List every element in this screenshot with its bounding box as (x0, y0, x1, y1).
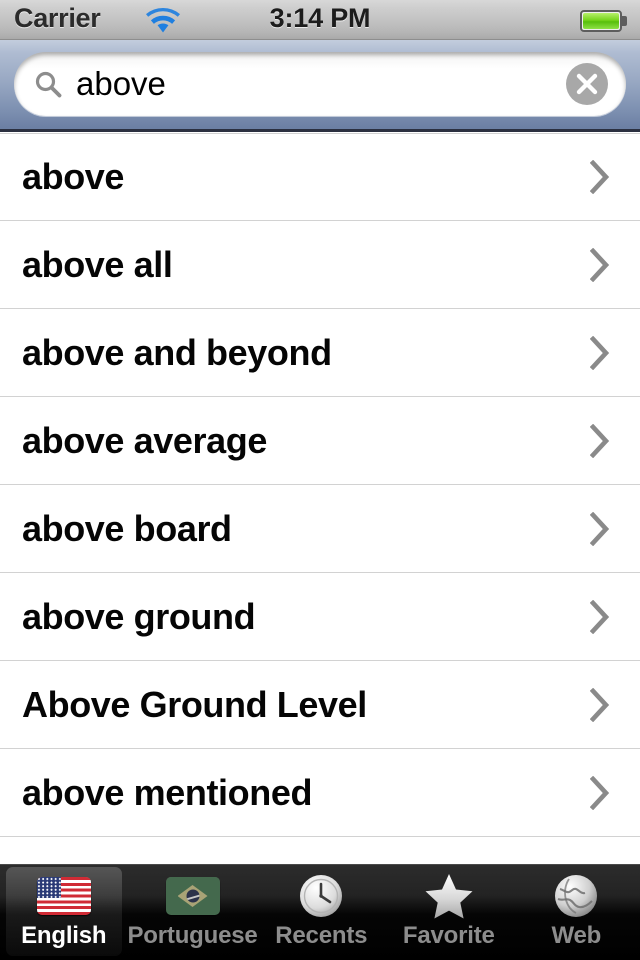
tab-bar[interactable]: English Portuguese Recents Favorite Web (0, 864, 640, 960)
us-flag-icon (36, 877, 91, 915)
chevron-right-icon (590, 775, 610, 810)
tab-icon-wrap (165, 871, 221, 921)
tab-label: Web (551, 922, 602, 949)
result-label: above ground (22, 595, 256, 637)
search-field[interactable] (14, 52, 626, 116)
app-screen: Carrier 3:14 PM above above above all ab… (0, 0, 640, 960)
table-row[interactable]: above (0, 133, 640, 221)
table-row[interactable]: above mentioned (0, 749, 640, 837)
result-label: above and beyond (22, 331, 332, 373)
result-label: above average (22, 419, 267, 461)
search-results-list[interactable]: above above all above and beyond above aver… (0, 133, 640, 865)
chevron-right-icon (590, 335, 610, 370)
status-bar: Carrier 3:14 PM (0, 0, 640, 40)
search-clear-button[interactable] (566, 63, 608, 105)
brazil-flag-icon (165, 877, 220, 915)
tab-label: Favorite (402, 922, 495, 949)
battery-fill (583, 13, 619, 29)
table-row[interactable]: above board (0, 485, 640, 573)
tab-icon-wrap (36, 871, 92, 921)
tab-icon-wrap (548, 871, 604, 921)
chevron-right-icon (590, 247, 610, 282)
tab-portuguese[interactable]: Portuguese (128, 865, 258, 960)
chevron-right-icon (590, 160, 610, 194)
tab-web[interactable]: Web (513, 865, 640, 960)
table-row[interactable]: above ground (0, 573, 640, 661)
table-row[interactable]: above and beyond (0, 309, 640, 397)
result-label: above board (22, 507, 232, 549)
result-label: Above Ground Level (22, 683, 367, 725)
tab-icon-wrap (421, 871, 477, 921)
table-row[interactable]: Above Ground Level (0, 661, 640, 749)
chevron-right-icon (590, 423, 610, 458)
chevron-right-icon (590, 511, 610, 546)
chevron-right-icon (590, 599, 610, 634)
result-label: above all (22, 243, 173, 285)
tab-recents[interactable]: Recents (258, 865, 386, 960)
close-icon (576, 73, 598, 95)
search-bar (0, 40, 640, 132)
status-time: 3:14 PM (269, 3, 371, 33)
table-row[interactable]: above average (0, 397, 640, 485)
table-row[interactable]: above all (0, 221, 640, 309)
battery-cap (622, 16, 627, 26)
tab-english[interactable]: English (0, 865, 128, 960)
tab-label: Recents (275, 922, 368, 949)
tab-favorite[interactable]: Favorite (385, 865, 513, 960)
globe-icon (555, 875, 598, 917)
star-icon (425, 874, 473, 919)
clock-icon (300, 875, 343, 917)
search-input[interactable] (62, 52, 566, 116)
tab-icon-wrap (293, 871, 349, 921)
chevron-right-icon (590, 687, 610, 722)
result-label: above (22, 156, 125, 197)
tab-label: English (21, 922, 107, 949)
result-label: above mentioned (22, 771, 313, 813)
battery-body (580, 10, 622, 32)
tab-label: Portuguese (127, 922, 258, 949)
search-icon (35, 71, 62, 98)
battery-icon (580, 10, 628, 32)
